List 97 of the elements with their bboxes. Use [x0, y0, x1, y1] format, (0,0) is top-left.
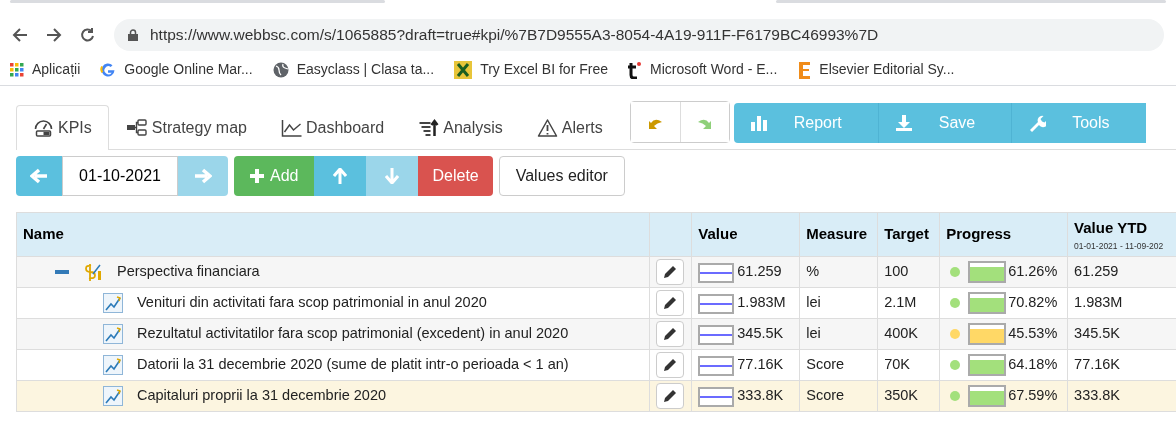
up-arrow-icon: [333, 168, 348, 184]
globe-icon: [272, 61, 289, 78]
edit-button[interactable]: [656, 290, 685, 317]
ytd-value-text: 77.16K: [1074, 356, 1121, 373]
left-arrow-icon: [30, 168, 48, 184]
line-chart-icon: [103, 386, 123, 407]
progress-bar: [968, 292, 1007, 315]
column-header: Name: [23, 225, 64, 243]
progress-text: 64.18%: [1008, 356, 1058, 373]
bar-chart-icon: [749, 114, 768, 132]
ytd-value-text: 333.8K: [1074, 387, 1121, 404]
pencil-icon: [663, 358, 678, 373]
edit-button[interactable]: [656, 259, 685, 286]
letter-e-icon: [797, 60, 812, 79]
tab[interactable]: KPIs: [16, 105, 109, 150]
reload-icon[interactable]: [80, 27, 96, 43]
trend-indicator: [698, 262, 735, 283]
date-range-text: 01-01-2021 - 11-09-202: [1074, 239, 1165, 253]
progress-bar: [968, 323, 1007, 346]
address-bar[interactable]: https://www.webbsc.com/s/1065885?draft=true#kpi/%7B7D9555A3-8054-4A19-911F-F6179BC46993%7D: [114, 19, 1164, 51]
forward-icon[interactable]: [46, 27, 62, 43]
pencil-icon: [663, 389, 678, 404]
down-arrow-icon: [385, 168, 400, 184]
target-text: 400K: [884, 325, 919, 342]
plus-icon: [250, 169, 264, 183]
edit-button[interactable]: [656, 383, 685, 410]
value-text: 61.259: [737, 263, 782, 280]
tab[interactable]: Analysis: [401, 105, 520, 150]
back-icon[interactable]: [12, 27, 28, 43]
url-text: https://www.webbsc.com/s/1065885?draft=true#kpi/%7B7D9555A3-8054-4A19-911F-F6179BC46993%7D: [150, 25, 879, 46]
right-arrow-icon: [194, 168, 212, 184]
column-header: Target: [884, 225, 929, 243]
value-text: 1.983M: [737, 294, 786, 311]
bookmark-link[interactable]: Easyclass | Clasa ta...: [272, 59, 435, 80]
line-chart-icon: [103, 324, 123, 345]
value-text: 77.16K: [737, 356, 784, 373]
tab[interactable]: Dashboard: [263, 105, 402, 150]
values-editor-button[interactable]: Values editor: [498, 156, 625, 196]
progress-text: 70.82%: [1008, 294, 1058, 311]
spreadsheet-icon: [454, 60, 473, 79]
value-text: 333.8K: [737, 387, 784, 404]
trend-indicator: [698, 386, 735, 407]
measure-text: Score: [806, 387, 845, 404]
money-chart-icon: [83, 262, 103, 283]
chart-icon: [280, 118, 302, 138]
target-text: 70K: [884, 356, 910, 373]
ytd-value-text: 1.983M: [1074, 294, 1123, 311]
trend-indicator: [698, 293, 735, 314]
bookmark-link[interactable]: Aplicații: [10, 59, 81, 80]
progress-text: 45.53%: [1008, 325, 1058, 342]
tab[interactable]: Strategy map: [108, 105, 264, 150]
lock-icon: [128, 29, 138, 41]
apps-icon: [10, 62, 24, 77]
target-text: 350K: [884, 387, 919, 404]
edit-button[interactable]: [656, 321, 685, 348]
progress-bar: [968, 385, 1007, 408]
progress-text: 61.26%: [1008, 263, 1058, 280]
progress-bar: [968, 261, 1007, 284]
letter-t-icon: [627, 60, 642, 79]
progress-text: 67.59%: [1008, 387, 1058, 404]
measure-text: lei: [806, 294, 821, 311]
target-text: 100: [884, 263, 909, 280]
gauge-icon: [33, 118, 54, 138]
bookmark-link[interactable]: Google Online Mar...: [100, 59, 253, 80]
line-chart-icon: [103, 355, 123, 376]
ytd-value-text: 345.5K: [1074, 325, 1121, 342]
sort-icon: [418, 118, 440, 138]
alert-icon: [536, 118, 558, 138]
column-header: Value: [698, 225, 738, 243]
pencil-icon: [663, 296, 678, 311]
ytd-value-text: 61.259: [1074, 263, 1119, 280]
tab[interactable]: Alerts: [519, 105, 620, 150]
line-chart-icon: [103, 293, 123, 314]
value-text: 345.5K: [737, 325, 784, 342]
column-header: Progress: [946, 225, 1012, 243]
progress-bar: [968, 354, 1007, 377]
kpi-name[interactable]: Perspectiva financiara: [117, 261, 260, 284]
target-text: 2.1M: [884, 294, 917, 311]
google-icon: [100, 61, 117, 78]
trend-indicator: [698, 324, 735, 345]
bookmark-link[interactable]: Try Excel BI for Free: [454, 59, 608, 80]
map-icon: [125, 118, 148, 138]
measure-text: %: [806, 263, 820, 280]
download-icon: [894, 114, 913, 132]
column-header: Value YTD: [1074, 219, 1148, 236]
pencil-icon: [663, 265, 678, 280]
bookmark-link[interactable]: Microsoft Word - E...: [627, 59, 778, 80]
trend-indicator: [698, 355, 735, 376]
column-header: Measure: [806, 225, 868, 243]
edit-button[interactable]: [656, 352, 685, 379]
date-field[interactable]: 01-10-2021: [62, 156, 178, 196]
delete-button[interactable]: Delete: [418, 156, 493, 196]
bookmark-link[interactable]: Elsevier Editorial Sy...: [797, 59, 955, 80]
pencil-icon: [663, 327, 678, 342]
wrench-icon: [1028, 114, 1047, 132]
measure-text: Score: [806, 356, 845, 373]
measure-text: lei: [806, 325, 821, 342]
